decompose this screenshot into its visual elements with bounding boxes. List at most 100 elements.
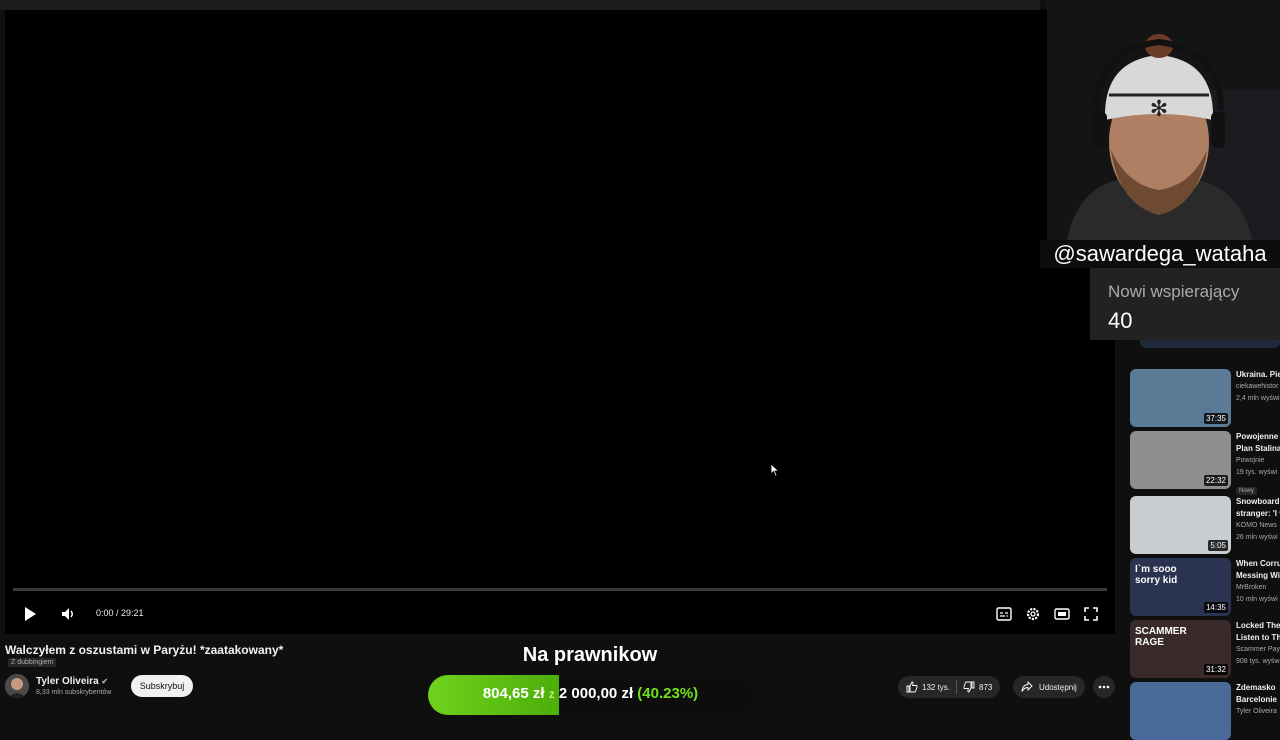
- verified-icon: ✔: [101, 677, 109, 686]
- recommendation-item[interactable]: Zdemasko Barcelonie Tyler Oliveira: [1130, 682, 1280, 740]
- recommendation-item[interactable]: 22:32 Powojenne Plan Stalina Powojnie 19 tys…: [1130, 431, 1280, 495]
- mouse-cursor-icon: [770, 463, 780, 477]
- recommendation-info: Zdemasko Barcelonie Tyler Oliveira: [1236, 682, 1280, 718]
- progress-bar[interactable]: [13, 588, 1107, 591]
- video-thumbnail[interactable]: SCAMMER RAGE 31:32: [1130, 620, 1231, 678]
- donation-goal-bar: 804,65 zł z 2 000,00 zł (40.23%): [428, 675, 753, 715]
- recommendation-info: Powojenne Plan Stalina Powojnie 19 tys. wyś…: [1236, 431, 1280, 497]
- dislike-button[interactable]: 873: [963, 681, 992, 693]
- video-title: Walczyłem z oszustami w Paryżu! *zaatako…: [5, 643, 284, 657]
- play-button[interactable]: [18, 602, 42, 626]
- streamer-handle: @sawardega_wataha: [1040, 240, 1280, 268]
- channel-name-text: Tyler Oliveira: [36, 676, 99, 687]
- more-icon: [1098, 685, 1110, 689]
- like-count: 132 tys.: [922, 682, 951, 692]
- theater-mode-icon: [1054, 608, 1070, 620]
- recommendation-title-line2: stranger: 'I v: [1236, 509, 1280, 518]
- fullscreen-button[interactable]: [1079, 602, 1103, 626]
- video-player[interactable]: 0:00 / 29:21: [5, 10, 1115, 634]
- recommendation-item[interactable]: 5:05 Snowboard stranger: 'I v KOMO News 26 m…: [1130, 496, 1280, 554]
- recommendation-item[interactable]: SCAMMER RAGE 31:32 Locked The Listen to Th S…: [1130, 620, 1280, 678]
- recommendation-title: Powojenne: [1236, 432, 1279, 441]
- streamer-image: ✻: [1047, 0, 1280, 240]
- subscribe-button[interactable]: Subskrybuj: [131, 675, 193, 697]
- avatar[interactable]: [5, 674, 29, 698]
- goal-separator: z: [548, 687, 555, 701]
- recommendation-channel: Scammer Pay: [1236, 646, 1280, 653]
- recommendation-info: Ukraina. Pie ciekawehistor 2,4 mln wyświ: [1236, 369, 1280, 405]
- recommendation-info: Locked The Listen to Th Scammer Pay 908 tys…: [1236, 620, 1280, 668]
- recommendation-title: Ukraina. Pie: [1236, 370, 1280, 379]
- dubbing-badge: Z dubbingiem: [8, 658, 57, 667]
- recommendation-channel: Tyler Oliveira: [1236, 708, 1277, 715]
- svg-text:✻: ✻: [1150, 97, 1168, 122]
- recommendation-title: When Corru: [1236, 559, 1280, 568]
- recommendation-channel: KOMO News: [1236, 522, 1277, 529]
- recommendation-title: Zdemasko: [1236, 683, 1276, 692]
- like-dislike-group: 132 tys. 873: [898, 676, 1001, 698]
- subtitles-button[interactable]: [992, 602, 1016, 626]
- recommendation-channel: ciekawehistor: [1236, 383, 1279, 390]
- play-icon: [25, 607, 36, 621]
- recommendation-item[interactable]: I`m sooo sorry kid 14:35 When Corru Messing…: [1130, 558, 1280, 616]
- video-duration: 37:35: [1203, 413, 1228, 424]
- thumbnail-text: SCAMMER RAGE: [1135, 626, 1187, 648]
- donation-goal-title: Na prawnikow: [522, 644, 658, 666]
- new-supporters-panel: Nowi wspierający 40: [1090, 268, 1280, 340]
- subtitles-icon: [996, 607, 1012, 621]
- recommendation-channel: MrBroken: [1236, 584, 1267, 591]
- video-thumbnail[interactable]: 37:35: [1130, 369, 1231, 427]
- more-actions-button[interactable]: [1093, 676, 1115, 698]
- recommendation-views: 26 mln wyświ: [1236, 534, 1278, 541]
- recommendation-title-line2: Plan Stalina: [1236, 444, 1280, 453]
- thumbnail-text: I`m sooo sorry kid: [1135, 564, 1178, 586]
- volume-button[interactable]: [56, 602, 80, 626]
- recommendation-title: Snowboard: [1236, 497, 1280, 506]
- channel-name[interactable]: Tyler Oliveira ✔: [36, 676, 108, 687]
- goal-current: 804,65 zł: [482, 685, 545, 702]
- streamer-webcam: ✻: [1047, 0, 1280, 240]
- sidebar-chip-strip: [1140, 340, 1280, 348]
- video-duration: 14:35: [1203, 602, 1228, 613]
- subscriber-count: 8,33 mln subskrybentów: [36, 689, 112, 696]
- recommendation-views: 2,4 mln wyświ: [1236, 395, 1280, 402]
- video-thumbnail[interactable]: I`m sooo sorry kid 14:35: [1130, 558, 1231, 616]
- share-button[interactable]: Udostępnij: [1013, 676, 1085, 698]
- recommendation-title: Locked The: [1236, 621, 1280, 630]
- theater-mode-button[interactable]: [1050, 602, 1074, 626]
- recommendation-item[interactable]: 37:35 Ukraina. Pie ciekawehistor 2,4 mln wy…: [1130, 369, 1280, 427]
- video-thumbnail[interactable]: 5:05: [1130, 496, 1231, 554]
- recommendation-info: When Corru Messing Wi MrBroken 10 mln wyświ: [1236, 558, 1280, 606]
- supporters-label: Nowi wspierający: [1108, 282, 1240, 301]
- share-label: Udostępnij: [1039, 682, 1077, 692]
- share-icon: [1021, 681, 1033, 692]
- video-duration: 5:05: [1208, 540, 1228, 551]
- like-button[interactable]: 132 tys.: [906, 681, 950, 693]
- thumbs-down-icon: [963, 681, 975, 693]
- video-thumbnail[interactable]: 22:32: [1130, 431, 1231, 489]
- recommendation-views: 10 mln wyświ: [1236, 596, 1278, 603]
- donation-goal-text: 804,65 zł z 2 000,00 zł (40.23%): [428, 685, 753, 702]
- settings-button[interactable]: [1021, 602, 1045, 626]
- recommendation-channel: Powojnie: [1236, 457, 1265, 464]
- supporters-count: 40: [1108, 308, 1133, 333]
- new-badge: Nowy: [1236, 487, 1258, 495]
- divider: [956, 680, 958, 694]
- thumbs-up-icon: [906, 681, 918, 693]
- fullscreen-icon: [1084, 607, 1098, 621]
- recommendation-views: 908 tys. wyświ: [1236, 658, 1280, 665]
- recommendation-title-line2: Listen to Th: [1236, 633, 1280, 642]
- recommendation-title-line2: Messing Wi: [1236, 571, 1280, 580]
- goal-percent: (40.23%): [637, 685, 699, 702]
- timecode: 0:00 / 29:21: [96, 608, 144, 618]
- top-bar: [0, 0, 1040, 10]
- channel-avatar-image: [5, 674, 29, 698]
- recommendation-info: Snowboard stranger: 'I v KOMO News 26 mln w…: [1236, 496, 1280, 544]
- video-duration: 31:32: [1203, 664, 1228, 675]
- video-thumbnail[interactable]: [1130, 682, 1231, 740]
- video-duration: 22:32: [1203, 475, 1228, 486]
- goal-target: 2 000,00 zł: [558, 685, 634, 702]
- recommendation-views: 19 tys. wyświ: [1236, 469, 1278, 476]
- recommendation-title-line2: Barcelonie: [1236, 695, 1277, 704]
- gear-icon: [1026, 607, 1040, 621]
